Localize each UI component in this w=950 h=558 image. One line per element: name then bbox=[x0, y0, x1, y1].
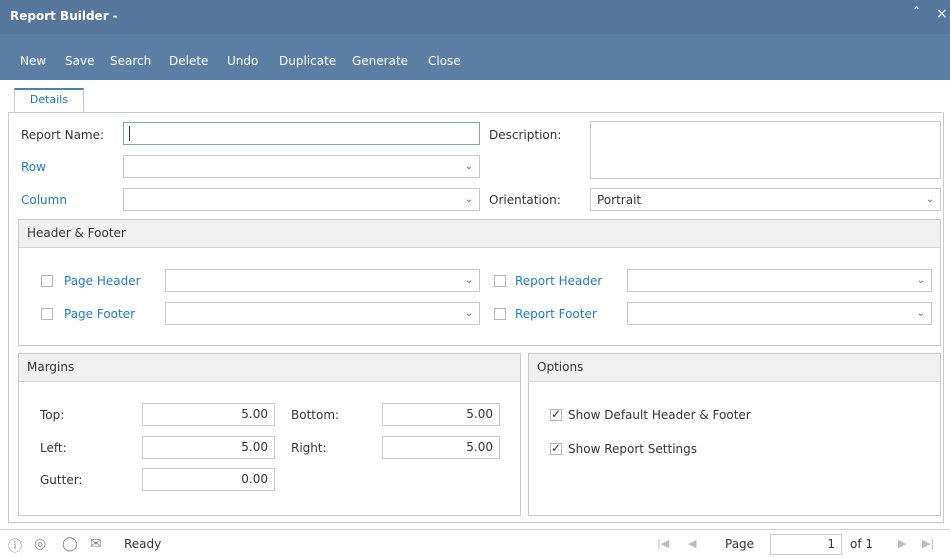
support-icon[interactable]: ◎ bbox=[34, 536, 46, 552]
show-default-header-footer-label: Show Default Header & Footer bbox=[568, 408, 751, 422]
top-margin-input[interactable]: 5.00 bbox=[142, 403, 275, 426]
collapse-icon[interactable]: ˆ bbox=[913, 6, 920, 22]
margins-title: Margins bbox=[19, 354, 520, 382]
chevron-down-icon[interactable]: ⌄ bbox=[920, 189, 940, 210]
new-button[interactable]: New bbox=[20, 54, 46, 68]
window-title: Report Builder - bbox=[10, 9, 118, 23]
lightbulb-icon[interactable]: ◯ bbox=[62, 536, 78, 552]
report-header-link[interactable]: Report Header bbox=[515, 274, 602, 288]
next-page-icon[interactable]: ▶ bbox=[898, 537, 906, 550]
report-name-label: Report Name: bbox=[21, 128, 105, 142]
left-margin-input[interactable]: 5.00 bbox=[142, 436, 275, 459]
report-footer-combo[interactable]: ⌄ bbox=[627, 302, 932, 325]
column-combo[interactable]: ⌄ bbox=[123, 188, 480, 211]
orientation-value: Portrait bbox=[597, 193, 642, 207]
page-footer-combo[interactable]: ⌄ bbox=[165, 302, 480, 325]
description-label: Description: bbox=[489, 128, 562, 142]
report-header-combo[interactable]: ⌄ bbox=[627, 269, 932, 292]
left-margin-label: Left: bbox=[40, 441, 67, 455]
right-margin-label: Right: bbox=[291, 441, 327, 455]
chevron-down-icon[interactable]: ⌄ bbox=[459, 156, 479, 177]
options-title: Options bbox=[529, 354, 940, 382]
report-footer-link[interactable]: Report Footer bbox=[515, 307, 597, 321]
generate-button[interactable]: Generate bbox=[352, 54, 408, 68]
options-group: Options bbox=[528, 353, 941, 516]
page-footer-link[interactable]: Page Footer bbox=[64, 307, 135, 321]
chevron-down-icon[interactable]: ⌄ bbox=[459, 189, 479, 210]
close-window-icon[interactable]: × bbox=[936, 6, 948, 22]
orientation-label: Orientation: bbox=[489, 193, 561, 207]
status-bar: ⓘ ◎ ◯ ✉ Ready |◀ ◀ Page 1 of 1 ▶ ▶| bbox=[0, 529, 950, 558]
show-report-settings-checkbox[interactable] bbox=[550, 441, 562, 455]
chevron-down-icon[interactable]: ⌄ bbox=[459, 303, 479, 324]
report-name-input[interactable] bbox=[123, 122, 480, 145]
page-header-combo[interactable]: ⌄ bbox=[165, 269, 480, 292]
bottom-margin-input[interactable]: 5.00 bbox=[382, 403, 500, 426]
chevron-down-icon[interactable]: ⌄ bbox=[911, 270, 931, 291]
page-number-input[interactable]: 1 bbox=[770, 534, 842, 555]
mail-icon[interactable]: ✉ bbox=[90, 536, 102, 552]
orientation-combo[interactable]: Portrait ⌄ bbox=[590, 188, 941, 211]
first-page-icon[interactable]: |◀ bbox=[657, 537, 669, 550]
undo-button[interactable]: Undo bbox=[227, 54, 258, 68]
margins-group: Margins bbox=[18, 353, 521, 516]
prev-page-icon[interactable]: ◀ bbox=[688, 537, 696, 550]
search-button[interactable]: Search bbox=[110, 54, 151, 68]
chevron-down-icon[interactable]: ⌄ bbox=[911, 303, 931, 324]
page-count: of 1 bbox=[850, 537, 874, 551]
column-link[interactable]: Column bbox=[21, 193, 67, 207]
gutter-label: Gutter: bbox=[40, 473, 83, 487]
tab-details[interactable]: Details bbox=[14, 88, 84, 112]
tab-strip: Details bbox=[8, 80, 942, 113]
row-link[interactable]: Row bbox=[21, 160, 46, 174]
row-combo[interactable]: ⌄ bbox=[123, 155, 480, 178]
show-report-settings-label: Show Report Settings bbox=[568, 442, 698, 456]
bottom-margin-label: Bottom: bbox=[291, 408, 340, 422]
report-footer-checkbox[interactable] bbox=[494, 308, 506, 320]
page-label: Page bbox=[725, 537, 755, 551]
delete-button[interactable]: Delete bbox=[169, 54, 208, 68]
description-textarea[interactable] bbox=[590, 121, 941, 179]
report-header-checkbox[interactable] bbox=[494, 275, 506, 287]
page-footer-checkbox[interactable] bbox=[41, 308, 53, 320]
close-button[interactable]: Close bbox=[428, 54, 461, 68]
help-icon[interactable]: ⓘ bbox=[8, 536, 22, 556]
window-titlebar: Report Builder - ˆ × bbox=[0, 0, 950, 34]
save-button[interactable]: Save bbox=[65, 54, 94, 68]
top-margin-label: Top: bbox=[40, 408, 65, 422]
right-margin-input[interactable]: 5.00 bbox=[382, 436, 500, 459]
duplicate-button[interactable]: Duplicate bbox=[279, 54, 336, 68]
show-default-header-footer-checkbox[interactable] bbox=[550, 407, 562, 421]
page-header-link[interactable]: Page Header bbox=[64, 274, 141, 288]
text-caret bbox=[129, 126, 130, 141]
last-page-icon[interactable]: ▶| bbox=[922, 537, 934, 550]
toolbar: New Save Search Delete Undo Duplicate Ge… bbox=[0, 34, 950, 80]
status-text: Ready bbox=[124, 537, 162, 551]
page-header-checkbox[interactable] bbox=[41, 275, 53, 287]
gutter-input[interactable]: 0.00 bbox=[142, 468, 275, 491]
chevron-down-icon[interactable]: ⌄ bbox=[459, 270, 479, 291]
header-footer-title: Header & Footer bbox=[19, 220, 940, 248]
